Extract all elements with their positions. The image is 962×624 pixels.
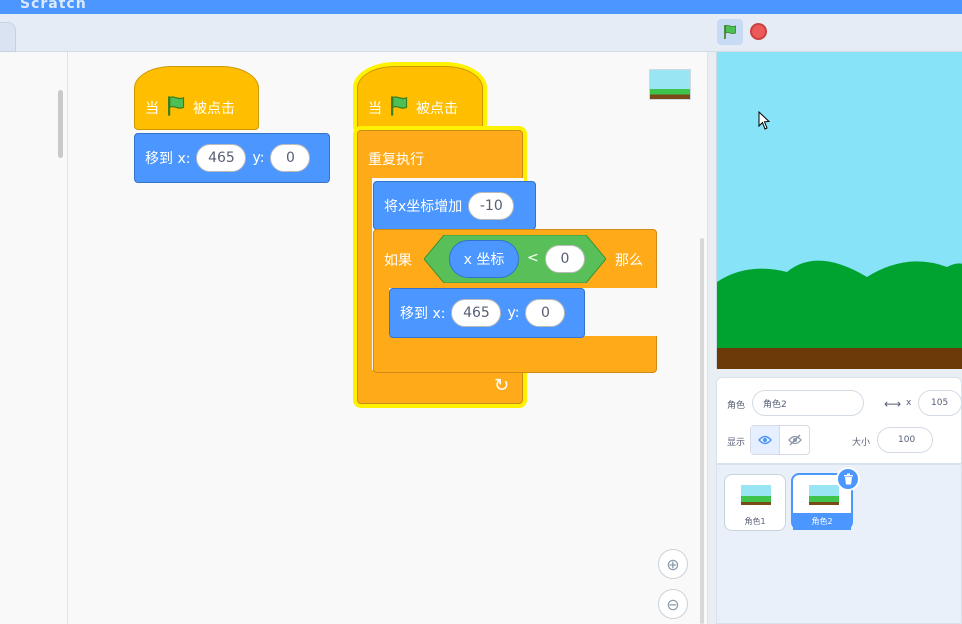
go-to-xy-block-left[interactable]: 移到 x: 465 y: 0 xyxy=(134,133,330,183)
show-sprite-button[interactable] xyxy=(751,426,781,454)
stage[interactable] xyxy=(716,52,962,369)
hat-clicked-label: 被点击 xyxy=(416,101,458,117)
sprite-thumbnail-preview xyxy=(649,69,691,100)
scratch-logo[interactable]: Scratch xyxy=(20,0,87,12)
goto-x-input[interactable]: 465 xyxy=(451,299,502,327)
goto-x-input[interactable]: 465 xyxy=(196,144,247,172)
size-value: 100 xyxy=(898,435,916,445)
change-x-input[interactable]: -10 xyxy=(468,191,515,220)
sprite-name-label: 角色 xyxy=(727,401,746,411)
green-flag-icon xyxy=(165,95,187,121)
eye-icon xyxy=(758,435,772,445)
trash-icon xyxy=(843,473,853,485)
stage-backdrop xyxy=(717,52,962,369)
workspace-scrollbar[interactable] xyxy=(700,238,704,624)
when-flag-clicked-hat-left[interactable]: 当 被点击 xyxy=(134,66,259,130)
size-label: 大小 xyxy=(852,438,871,448)
if-label: 如果 xyxy=(384,253,412,269)
if-then-label: 那么 xyxy=(615,253,643,269)
sprite-thumbnail xyxy=(741,485,771,505)
less-than-symbol: < xyxy=(527,250,539,266)
palette-scrollbar[interactable] xyxy=(58,90,63,158)
delete-sprite-button[interactable] xyxy=(836,467,860,491)
horizontal-arrows-icon: ⟷ xyxy=(884,397,902,411)
goto-y-input[interactable]: 0 xyxy=(525,299,566,327)
change-x-block[interactable]: 将x坐标增加 -10 xyxy=(373,181,536,230)
sprite-tile-name: 角色2 xyxy=(793,513,851,530)
x-position-label: x 坐标 xyxy=(463,252,505,268)
goto-y-label: y: xyxy=(252,150,265,166)
goto-prefix-label: 移到 x: xyxy=(400,306,446,322)
green-flag-button[interactable] xyxy=(717,19,743,45)
menu-bar: Scratch xyxy=(0,0,962,14)
visibility-toggle-group xyxy=(750,425,810,455)
goto-y-input[interactable]: 0 xyxy=(270,144,311,172)
green-flag-icon xyxy=(724,25,736,39)
x-label: x xyxy=(906,398,912,408)
sprite-name-field[interactable]: 角色2 xyxy=(752,390,864,416)
zoom-out-button[interactable]: ⊖ xyxy=(658,589,688,619)
goto-prefix-label: 移到 x: xyxy=(145,151,191,167)
x-position-value: 105 xyxy=(931,398,949,408)
code-tab[interactable] xyxy=(0,22,16,52)
size-field[interactable]: 100 xyxy=(877,427,933,453)
compare-value-input[interactable]: 0 xyxy=(545,245,585,273)
zoom-in-icon: ⊕ xyxy=(666,554,680,574)
hide-sprite-button[interactable] xyxy=(780,426,809,454)
sprite-thumbnail xyxy=(809,485,839,505)
hat-clicked-label: 被点击 xyxy=(193,101,235,117)
hat-when-label: 当 xyxy=(368,101,382,117)
eye-crossed-icon xyxy=(787,434,802,446)
x-position-field[interactable]: 105 xyxy=(918,390,962,416)
top-strip xyxy=(0,14,962,52)
go-to-xy-block-right[interactable]: 移到 x: 465 y: 0 xyxy=(389,288,585,338)
stop-button[interactable] xyxy=(750,23,767,40)
when-flag-clicked-hat-right[interactable]: 当 被点击 xyxy=(357,66,483,130)
show-label: 显示 xyxy=(727,438,746,448)
green-flag-icon xyxy=(388,95,410,121)
x-position-reporter[interactable]: x 坐标 xyxy=(449,240,519,278)
change-x-label: 将x坐标增加 xyxy=(384,198,463,215)
goto-y-label: y: xyxy=(507,305,520,321)
sprite-tile-name: 角色1 xyxy=(744,517,766,526)
forever-label: 重复执行 xyxy=(368,152,424,168)
mouse-cursor-icon xyxy=(758,111,771,130)
hat-when-label: 当 xyxy=(145,101,159,117)
zoom-out-icon: ⊖ xyxy=(666,594,680,614)
sprite-tile[interactable]: 角色1 xyxy=(724,474,786,531)
zoom-in-button[interactable]: ⊕ xyxy=(658,549,688,579)
loop-arrow-icon: ↻ xyxy=(494,375,510,396)
sprite-name-value: 角色2 xyxy=(763,399,787,410)
